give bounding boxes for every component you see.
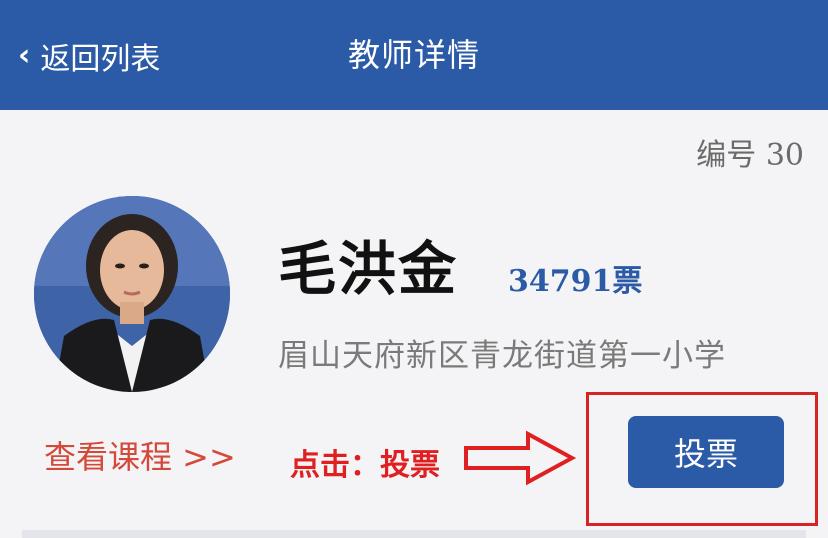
avatar <box>34 196 230 392</box>
teacher-card: 编号 30 毛洪金 34791票 眉山天府新区青龙街道第一小学 查看课程 >> … <box>0 110 828 538</box>
teacher-number: 编号 30 <box>696 138 804 173</box>
page-title: 教师详情 <box>347 36 480 74</box>
view-courses-link[interactable]: 查看课程 >> <box>44 432 236 478</box>
vote-count: 34791票 <box>508 264 643 299</box>
vote-hint: 点击：投票 <box>290 448 440 483</box>
avatar-photo <box>34 196 230 392</box>
divider <box>22 530 806 538</box>
top-navbar: ‹ 返回列表 教师详情 <box>0 0 828 110</box>
teacher-name: 毛洪金 <box>278 235 459 303</box>
vote-button[interactable]: 投票 <box>628 416 784 488</box>
school-name: 眉山天府新区青龙街道第一小学 <box>278 338 726 374</box>
right-arrow-icon <box>464 430 577 486</box>
